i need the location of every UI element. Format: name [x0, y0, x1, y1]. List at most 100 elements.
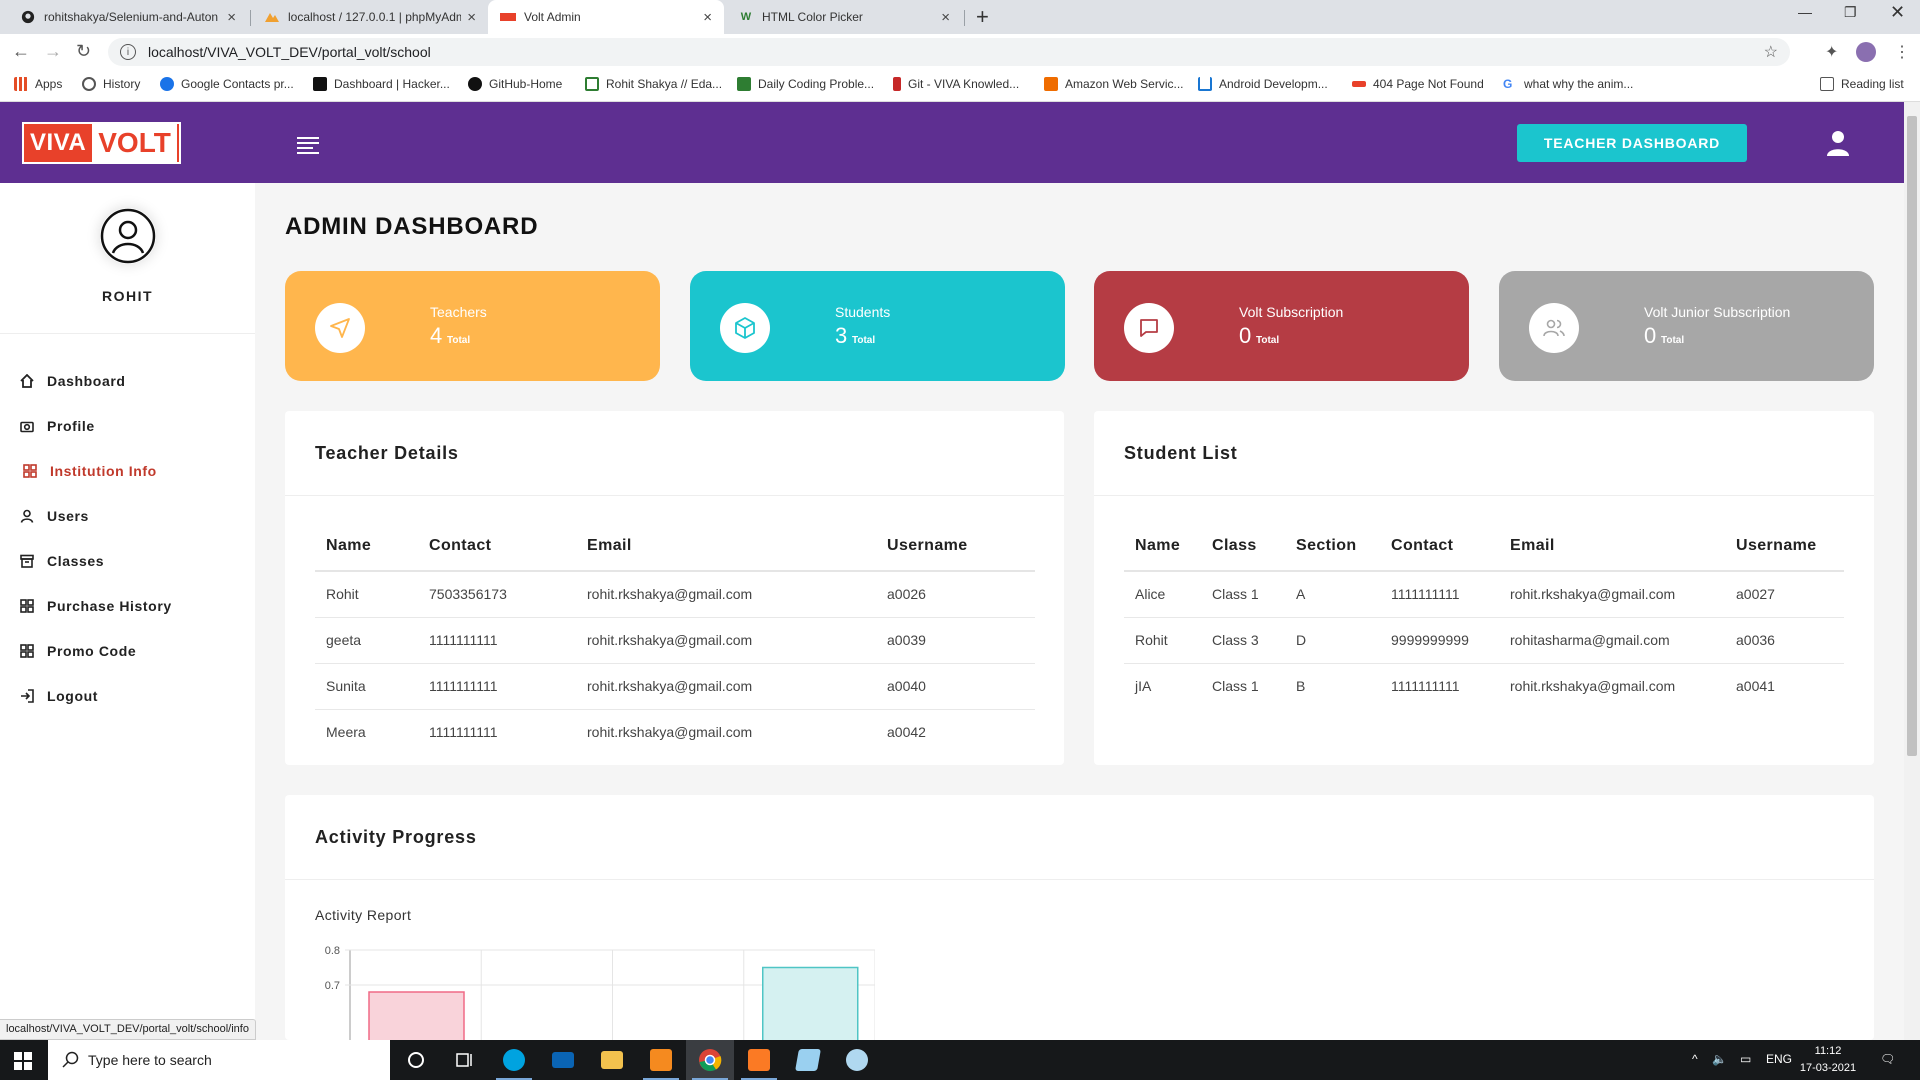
volume-icon[interactable]: 🔈 [1712, 1052, 1727, 1066]
forward-icon[interactable]: → [44, 41, 62, 62]
sidebar-item-dashboard[interactable]: Dashboard [0, 358, 255, 403]
bookmark-item[interactable]: 404 Page Not Found [1352, 77, 1484, 91]
bookmark-item[interactable]: Amazon Web Servic... [1044, 77, 1184, 91]
browser-tab-active[interactable]: Volt Admin × [488, 0, 724, 34]
column-header[interactable]: Name [1124, 521, 1201, 572]
address-bar[interactable]: i localhost/VIVA_VOLT_DEV/portal_volt/sc… [108, 38, 1790, 66]
table-row[interactable]: Meera 1111111111 rohit.rkshakya@gmail.com a… [315, 709, 1035, 755]
volt-icon [1352, 81, 1366, 87]
windows-start-icon[interactable] [14, 1052, 32, 1070]
browser-tab[interactable]: W HTML Color Picker × [726, 0, 962, 34]
table-row[interactable]: jIA Class 1 B 1111111111 rohit.rkshakya@gmai… [1124, 663, 1844, 709]
network-icon[interactable]: ▭ [1740, 1052, 1751, 1066]
file-explorer-icon[interactable] [588, 1040, 636, 1080]
column-header[interactable]: Email [576, 521, 876, 572]
tray-chevron-icon[interactable]: ^ [1692, 1052, 1698, 1066]
column-header[interactable]: Username [876, 521, 1035, 572]
stat-card-volt-junior-subscription[interactable]: Volt Junior Subscription 0 Total [1499, 271, 1874, 381]
close-tab-icon[interactable]: × [941, 9, 950, 26]
reading-list[interactable]: Reading list [1820, 77, 1904, 91]
column-header[interactable]: Email [1499, 521, 1725, 572]
bookmark-item[interactable]: Daily Coding Proble... [737, 77, 874, 91]
close-tab-icon[interactable]: × [467, 9, 476, 26]
language-indicator[interactable]: ENG [1766, 1052, 1792, 1066]
minimize-icon[interactable]: — [1798, 4, 1812, 20]
sidebar-item-users[interactable]: Users [0, 493, 255, 538]
sidebar-item-logout[interactable]: Logout [0, 673, 255, 718]
notifications-icon[interactable]: 🗨 [1880, 1052, 1895, 1066]
hackerrank-icon [313, 77, 327, 91]
sidebar-item-profile[interactable]: Profile [0, 403, 255, 448]
browser-tab[interactable]: rohitshakya/Selenium-and-Auton × [8, 0, 248, 34]
scrollbar-thumb[interactable] [1907, 116, 1917, 756]
viva-volt-logo[interactable]: VIVA VOLT [22, 122, 181, 164]
bookmark-star-icon[interactable]: ☆ [1764, 42, 1778, 62]
table-row[interactable]: Sunita 1111111111 rohit.rkshakya@gmail.com… [315, 663, 1035, 710]
table-row[interactable]: Rohit 7503356173 rohit.rkshakya@gmail.com a… [315, 571, 1035, 618]
page-title: ADMIN DASHBOARD [285, 213, 539, 240]
paint-icon[interactable] [833, 1040, 881, 1080]
close-tab-icon[interactable]: × [703, 9, 712, 26]
sidebar-item-institution-info[interactable]: Institution Info [0, 448, 255, 493]
info-icon[interactable]: i [120, 44, 136, 60]
column-header[interactable]: Username [1725, 521, 1844, 572]
grid-icon [23, 463, 37, 478]
close-tab-icon[interactable]: × [227, 9, 236, 26]
bookmark-item[interactable]: Android Developm... [1198, 77, 1328, 91]
stat-card-volt-subscription[interactable]: Volt Subscription 0 Total [1094, 271, 1469, 381]
bookmark-item[interactable]: Gwhat why the anim... [1503, 77, 1633, 91]
notepad-icon[interactable] [784, 1040, 832, 1080]
task-view-icon[interactable] [440, 1040, 488, 1080]
profile-avatar-icon[interactable] [100, 208, 156, 264]
table-row[interactable]: Rohit Class 3 D 9999999999 rohitasharma@gmai… [1124, 617, 1844, 664]
sidebar-item-classes[interactable]: Classes [0, 538, 255, 583]
stat-card-students[interactable]: Students 3 Total [690, 271, 1065, 381]
git-viva-icon [893, 77, 901, 91]
column-header[interactable]: Contact [418, 521, 576, 572]
search-icon [62, 1051, 79, 1068]
profile-avatar[interactable] [1856, 42, 1876, 62]
chrome-icon[interactable] [686, 1040, 734, 1080]
column-header[interactable]: Name [315, 521, 418, 572]
extensions-icon[interactable]: ✦ [1825, 42, 1838, 62]
table-row[interactable]: geeta 1111111111 rohit.rkshakya@gmail.com a… [315, 617, 1035, 664]
github-icon [468, 77, 482, 91]
browser-tab-strip: rohitshakya/Selenium-and-Auton × localho… [0, 0, 1920, 34]
user-account-icon[interactable] [1826, 130, 1850, 156]
close-window-icon[interactable]: ✕ [1890, 2, 1905, 23]
skype-icon[interactable] [490, 1040, 538, 1080]
bookmark-apps[interactable]: Apps [14, 77, 62, 91]
vertical-scrollbar[interactable] [1904, 102, 1920, 1040]
restore-icon[interactable]: ❐ [1844, 4, 1857, 21]
column-header[interactable]: Section [1285, 521, 1380, 572]
stat-suffix: Total [1256, 335, 1280, 346]
phpmyadmin-icon [264, 9, 280, 25]
sidebar-item-promo-code[interactable]: Promo Code [0, 628, 255, 673]
new-tab-button[interactable]: + [976, 4, 989, 30]
send-icon [315, 303, 365, 353]
stat-card-teachers[interactable]: Teachers 4 Total [285, 271, 660, 381]
more-menu-icon[interactable]: ⋮ [1894, 42, 1910, 62]
table-row[interactable]: Alice Class 1 A 1111111111 rohit.rkshakya@gm… [1124, 571, 1844, 618]
taskbar-clock[interactable]: 11:12 17-03-2021 [1792, 1043, 1864, 1077]
teacher-dashboard-button[interactable]: TEACHER DASHBOARD [1517, 124, 1747, 162]
bookmark-item[interactable]: GitHub-Home [468, 77, 562, 91]
back-icon[interactable]: ← [12, 41, 30, 62]
column-header[interactable]: Class [1201, 521, 1285, 572]
taskbar-search[interactable]: Type here to search [48, 1040, 390, 1080]
bookmark-item[interactable]: History [82, 77, 140, 91]
cortana-icon[interactable] [392, 1040, 440, 1080]
bookmark-item[interactable]: Rohit Shakya // Eda... [585, 77, 722, 91]
reload-icon[interactable]: ↻ [76, 41, 91, 62]
bookmark-item[interactable]: Git - VIVA Knowled... [893, 77, 1019, 91]
bookmark-item[interactable]: Dashboard | Hacker... [313, 77, 450, 91]
column-header[interactable]: Contact [1380, 521, 1499, 572]
windows-taskbar: Type here to search ^ 🔈 ▭ ENG 11:12 17-0… [0, 1040, 1920, 1080]
browser-tab[interactable]: localhost / 127.0.0.1 | phpMyAdm × [252, 0, 488, 34]
menu-toggle-icon[interactable] [297, 137, 319, 157]
xampp-icon[interactable] [735, 1040, 783, 1080]
bookmark-item[interactable]: Google Contacts pr... [160, 77, 294, 91]
mail-icon[interactable] [539, 1040, 587, 1080]
sidebar-item-purchase-history[interactable]: Purchase History [0, 583, 255, 628]
sublime-text-icon[interactable] [637, 1040, 685, 1080]
